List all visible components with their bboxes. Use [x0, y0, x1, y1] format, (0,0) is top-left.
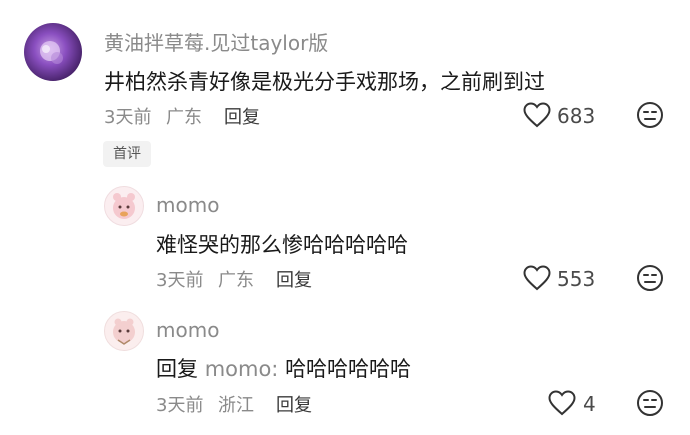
reply-target-mention[interactable]: momo: [205, 357, 279, 381]
avatar-image [40, 41, 63, 64]
like-count: 553 [557, 267, 596, 291]
comment-text: 井柏然杀青好像是极光分手戏那场，之前刷到过 [104, 70, 545, 94]
reaction-button[interactable] [636, 389, 664, 417]
like-count: 683 [557, 104, 596, 128]
neutral-face-icon [637, 102, 663, 128]
like-button[interactable] [523, 265, 551, 291]
avatar-image [113, 193, 135, 219]
comment-text-line: 回复 momo: 哈哈哈哈哈哈 [156, 353, 411, 383]
reaction-button[interactable] [636, 101, 664, 129]
reply-button[interactable]: 回复 [276, 266, 312, 292]
avatar[interactable] [104, 186, 144, 226]
like-button[interactable] [548, 390, 576, 416]
first-comment-badge: 首评 [103, 141, 151, 167]
comment-time: 3天前 [156, 270, 204, 291]
comment-text: 难怪哭的那么惨哈哈哈哈哈 [156, 233, 408, 257]
comment-location: 浙江 [218, 395, 254, 416]
neutral-face-icon [637, 265, 663, 291]
comment-location: 广东 [166, 107, 202, 128]
reaction-button[interactable] [636, 264, 664, 292]
avatar-image [113, 318, 135, 345]
comment-username[interactable]: 黄油拌草莓.见过taylor版 [104, 27, 328, 56]
reply-prefix: 回复 [156, 357, 198, 381]
heart-icon [523, 265, 551, 291]
heart-icon [548, 390, 576, 416]
reply-button[interactable]: 回复 [224, 103, 260, 129]
avatar[interactable] [24, 23, 82, 81]
comment-username[interactable]: momo [156, 193, 219, 217]
comment-time: 3天前 [104, 107, 152, 128]
heart-icon [523, 102, 551, 128]
reply-button[interactable]: 回复 [276, 391, 312, 417]
neutral-face-icon [637, 390, 663, 416]
comment-time: 3天前 [156, 395, 204, 416]
comment-username[interactable]: momo [156, 318, 219, 342]
comment-text: 哈哈哈哈哈哈 [285, 357, 412, 381]
avatar[interactable] [104, 311, 144, 351]
like-count: 4 [583, 392, 596, 416]
like-button[interactable] [523, 102, 551, 128]
comment-location: 广东 [218, 270, 254, 291]
